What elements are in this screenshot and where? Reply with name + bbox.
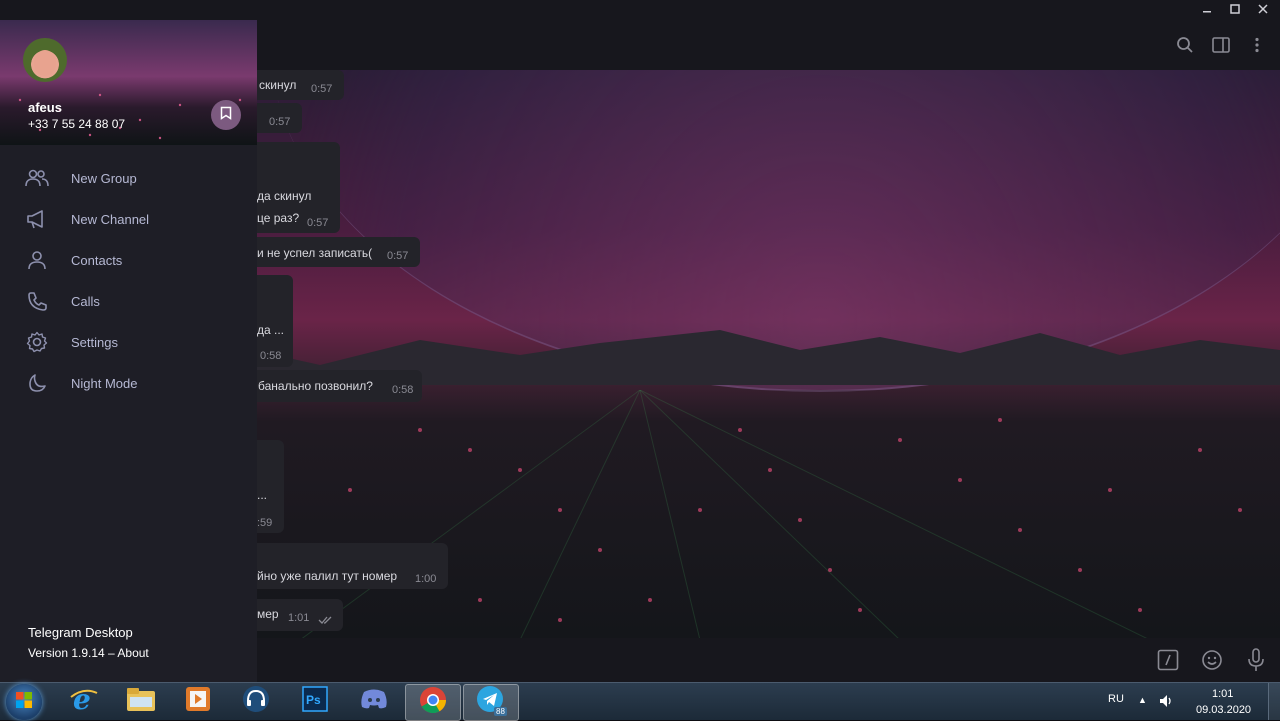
maximize-icon[interactable] [1228, 2, 1242, 16]
menu-item-label: Calls [71, 294, 100, 309]
app-version-about-link[interactable]: Version 1.9.14 – About [28, 646, 149, 660]
message-bubble[interactable]: банально позвонил? 0:58 [240, 370, 422, 402]
sidebar-toggle-icon[interactable] [1212, 34, 1230, 56]
message-time: 0:57 [307, 217, 329, 229]
message-time: 0:57 [311, 83, 333, 95]
taskbar-internet-explorer[interactable]: e [57, 683, 111, 719]
calls-icon [25, 289, 49, 313]
menu-item-label: Night Mode [71, 376, 138, 391]
headset-icon [242, 685, 270, 718]
menu-item-label: New Channel [71, 212, 150, 227]
taskbar-photoshop[interactable]: Ps [288, 684, 342, 719]
settings-icon [25, 330, 49, 354]
message-text: скинул [259, 78, 297, 92]
taskbar-discord[interactable] [347, 684, 401, 719]
emoji-icon[interactable] [1200, 648, 1224, 672]
user-name: afeus [28, 100, 62, 115]
chat-header-icons [1176, 34, 1266, 56]
night-mode-icon [25, 371, 49, 395]
close-icon[interactable] [1256, 2, 1270, 16]
menu-item-label: New Group [71, 171, 137, 186]
message-text: банально позвонил? [258, 379, 373, 393]
menu-item-label: Settings [71, 335, 118, 350]
drawer-menu: New Group New Channel Contacts Calls Set… [0, 157, 257, 403]
message-text: да ... [257, 323, 285, 337]
message-time: 0:57 [387, 250, 409, 262]
search-icon[interactable] [1176, 34, 1194, 56]
internet-explorer-icon: e [69, 683, 99, 718]
more-vert-icon[interactable] [1248, 34, 1266, 56]
show-desktop-button[interactable] [1268, 683, 1280, 720]
taskbar-headset-app[interactable] [229, 684, 283, 719]
message-text: да скинул [257, 189, 312, 203]
start-button[interactable] [6, 684, 42, 720]
taskbar-file-explorer[interactable] [114, 684, 168, 719]
new-group-icon [25, 166, 49, 190]
menu-item-new-channel[interactable]: New Channel [0, 198, 257, 239]
message-text: йно уже палил тут номер [257, 569, 398, 583]
window-controls [1200, 2, 1270, 16]
main-menu-drawer: afeus +33 7 55 24 88 07 New Group New Ch… [0, 20, 257, 682]
svg-text:Ps: Ps [306, 693, 321, 707]
windows-logo-icon [15, 691, 33, 714]
message-text: ... [257, 488, 268, 502]
message-text: и не успел записать( [257, 246, 373, 260]
taskbar-clock-date[interactable]: 09.03.2020 [1196, 704, 1251, 716]
menu-item-contacts[interactable]: Contacts [0, 239, 257, 280]
volume-icon[interactable] [1158, 693, 1174, 709]
bookmark-icon [220, 106, 232, 125]
show-hidden-icons-icon[interactable]: ▲ [1138, 695, 1147, 705]
message-time: 0:58 [260, 350, 282, 362]
composer-icons [1156, 648, 1268, 672]
message-time: 1:01 [288, 612, 310, 624]
new-channel-icon [25, 207, 49, 231]
window-titlebar [0, 0, 1280, 20]
photoshop-icon: Ps [302, 686, 328, 717]
microphone-icon[interactable] [1244, 648, 1268, 672]
menu-item-label: Contacts [71, 253, 123, 268]
saved-messages-button[interactable] [211, 100, 241, 130]
menu-item-night-mode[interactable]: Night Mode [0, 362, 257, 403]
taskbar-clock-time[interactable]: 1:01 [1212, 688, 1233, 700]
discord-icon [360, 688, 388, 715]
message-text: мер [257, 607, 279, 621]
windows-taskbar: e Ps 88 RU ▲ 1:01 09.03.2020 [0, 682, 1280, 721]
taskbar-telegram[interactable]: 88 [463, 684, 519, 721]
contacts-icon [25, 248, 49, 272]
menu-item-new-group[interactable]: New Group [0, 157, 257, 198]
message-text: це раз? [257, 211, 300, 225]
message-time: 0:57 [269, 116, 291, 128]
drawer-header: afeus +33 7 55 24 88 07 [0, 20, 257, 145]
svg-text:e: e [73, 685, 91, 713]
avatar[interactable] [23, 38, 67, 82]
message-time: 0:58 [392, 384, 414, 396]
user-phone: +33 7 55 24 88 07 [28, 117, 126, 131]
minimize-icon[interactable] [1200, 2, 1214, 16]
app-name: Telegram Desktop [28, 625, 133, 640]
language-indicator[interactable]: RU [1108, 693, 1124, 705]
telegram-unread-badge: 88 [494, 707, 507, 716]
menu-item-settings[interactable]: Settings [0, 321, 257, 362]
chrome-icon [419, 686, 447, 719]
message-bubble[interactable]: и не успел записать( 0:57 [240, 237, 420, 267]
media-player-icon [185, 686, 211, 717]
taskbar-chrome[interactable] [405, 684, 461, 721]
read-receipt-icon [318, 612, 334, 630]
folder-icon [126, 686, 156, 717]
message-bubble[interactable]: йно уже палил тут номер 1:00 [240, 543, 448, 589]
commands-icon[interactable] [1156, 648, 1180, 672]
menu-item-calls[interactable]: Calls [0, 280, 257, 321]
taskbar-media-player[interactable] [171, 684, 225, 719]
message-time: :59 [257, 517, 273, 529]
message-time: 1:00 [415, 573, 437, 585]
